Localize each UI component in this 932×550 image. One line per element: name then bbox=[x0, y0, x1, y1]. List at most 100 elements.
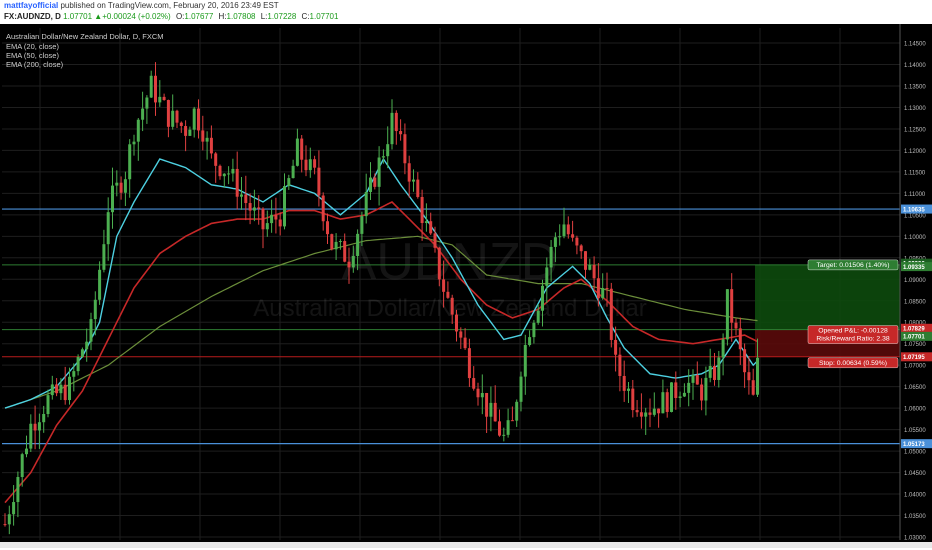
candle-body bbox=[459, 331, 463, 338]
legend-ema50[interactable]: EMA (50, close) bbox=[6, 51, 59, 60]
legend-ema200[interactable]: EMA (200, close) bbox=[6, 60, 64, 69]
candle-body bbox=[192, 108, 196, 130]
candle-body bbox=[201, 130, 205, 142]
price-chart[interactable]: AUDNZD Australian Dollar/New Zealand Dol… bbox=[0, 24, 932, 548]
legend-ema20[interactable]: EMA (20, close) bbox=[6, 42, 59, 51]
candle-body bbox=[652, 408, 656, 415]
candle-body bbox=[295, 138, 299, 166]
candle-body bbox=[446, 291, 450, 298]
candle-body bbox=[713, 366, 716, 380]
candle-body bbox=[717, 357, 721, 380]
target-label-text: Target: 0.01506 (1.40%) bbox=[817, 262, 890, 269]
candle-body bbox=[648, 412, 652, 415]
candle-body bbox=[704, 377, 708, 401]
author-link[interactable]: mattfayofficial bbox=[4, 1, 58, 10]
candle-body bbox=[407, 163, 411, 182]
candle-body bbox=[364, 191, 368, 217]
price-tick-label: 1.07500 bbox=[904, 342, 926, 348]
candle-body bbox=[498, 421, 501, 436]
candle-body bbox=[321, 195, 325, 222]
bottom-scrollbar[interactable] bbox=[0, 542, 932, 548]
candle-body bbox=[106, 212, 110, 245]
candle-body bbox=[369, 177, 372, 192]
pnl-label-text: Risk/Reward Ratio: 2.38 bbox=[816, 336, 890, 343]
price-tick-label: 1.14000 bbox=[904, 63, 926, 69]
open-value: 1.07677 bbox=[184, 12, 214, 21]
hline-price-tag: 1.05173 bbox=[903, 442, 925, 448]
candle-body bbox=[93, 299, 97, 320]
candle-body bbox=[584, 251, 587, 270]
price-tick-label: 1.13000 bbox=[904, 106, 926, 112]
candle-body bbox=[571, 234, 575, 238]
candle-body bbox=[76, 356, 80, 372]
price-tick-label: 1.03000 bbox=[904, 535, 926, 541]
candle-body bbox=[424, 221, 428, 224]
symbol: FX:AUDNZD, D bbox=[4, 12, 61, 21]
candle-body bbox=[601, 288, 605, 299]
candle-body bbox=[59, 384, 63, 394]
candle-body bbox=[3, 524, 7, 526]
legend-title: Australian Dollar/New Zealand Dollar, D,… bbox=[6, 32, 164, 41]
price-tick-label: 1.05000 bbox=[904, 450, 926, 456]
candle-body bbox=[197, 108, 200, 131]
candle-body bbox=[360, 216, 364, 234]
candle-body bbox=[747, 372, 751, 381]
candle-body bbox=[394, 112, 398, 132]
ohlc-bar: FX:AUDNZD, D 1.07701 ▲+0.00024 (+0.02%) … bbox=[4, 12, 338, 21]
candle-body bbox=[412, 179, 415, 182]
candle-body bbox=[123, 179, 127, 193]
candle-body bbox=[351, 255, 355, 268]
price-tick-label: 1.10000 bbox=[904, 235, 926, 241]
candle-body bbox=[102, 244, 106, 270]
candle-body bbox=[29, 423, 33, 449]
candle-body bbox=[549, 246, 553, 268]
candle-body bbox=[756, 357, 759, 395]
candle-body bbox=[278, 219, 282, 227]
stop-label-text: Stop: 0.00634 (0.59%) bbox=[819, 360, 887, 367]
candle-body bbox=[63, 384, 67, 401]
candle-body bbox=[338, 241, 342, 243]
candle-body bbox=[738, 328, 742, 350]
candle-body bbox=[283, 186, 286, 227]
candle-body bbox=[437, 247, 441, 280]
price-tick-label: 1.06000 bbox=[904, 407, 926, 413]
candle-body bbox=[386, 144, 390, 157]
candle-body bbox=[184, 126, 188, 136]
candle-body bbox=[274, 214, 278, 220]
candle-body bbox=[326, 221, 329, 235]
entry-price-tag: 1.07829 bbox=[903, 327, 925, 333]
candle-body bbox=[377, 157, 381, 187]
candle-body bbox=[575, 237, 579, 246]
candle-body bbox=[562, 224, 566, 237]
candle-body bbox=[141, 108, 145, 120]
candle-body bbox=[356, 233, 360, 256]
candle-body bbox=[111, 185, 114, 213]
candle-body bbox=[420, 196, 424, 224]
candle-body bbox=[80, 349, 84, 357]
candle-body bbox=[89, 319, 93, 342]
candle-body bbox=[596, 278, 600, 299]
price-tick-label: 1.14500 bbox=[904, 42, 926, 48]
candle-body bbox=[695, 375, 699, 385]
candle-body bbox=[545, 267, 549, 286]
low-value: 1.07228 bbox=[267, 12, 297, 21]
candle-body bbox=[46, 395, 50, 414]
candle-body bbox=[252, 207, 256, 211]
candle-body bbox=[480, 393, 484, 398]
candle-body bbox=[708, 366, 712, 378]
high-label: H: bbox=[218, 12, 227, 21]
candle-body bbox=[519, 376, 523, 402]
target-zone bbox=[755, 264, 900, 330]
price-axis[interactable]: 1.03000 1.03500 1.04000 1.04500 1.05000 1.055… bbox=[899, 24, 932, 542]
close-label: C: bbox=[301, 12, 310, 21]
candle-body bbox=[618, 354, 622, 376]
price-tick-label: 1.12000 bbox=[904, 149, 926, 155]
price-tick-label: 1.08500 bbox=[904, 299, 926, 305]
candle-body bbox=[218, 165, 222, 177]
candle-body bbox=[691, 375, 695, 383]
candle-body bbox=[257, 207, 261, 209]
candle-body bbox=[12, 502, 16, 515]
current-price-tag: 1.07701 bbox=[903, 335, 925, 341]
candle-body bbox=[37, 422, 41, 431]
price-change: +0.00024 (+0.02%) bbox=[102, 12, 171, 21]
